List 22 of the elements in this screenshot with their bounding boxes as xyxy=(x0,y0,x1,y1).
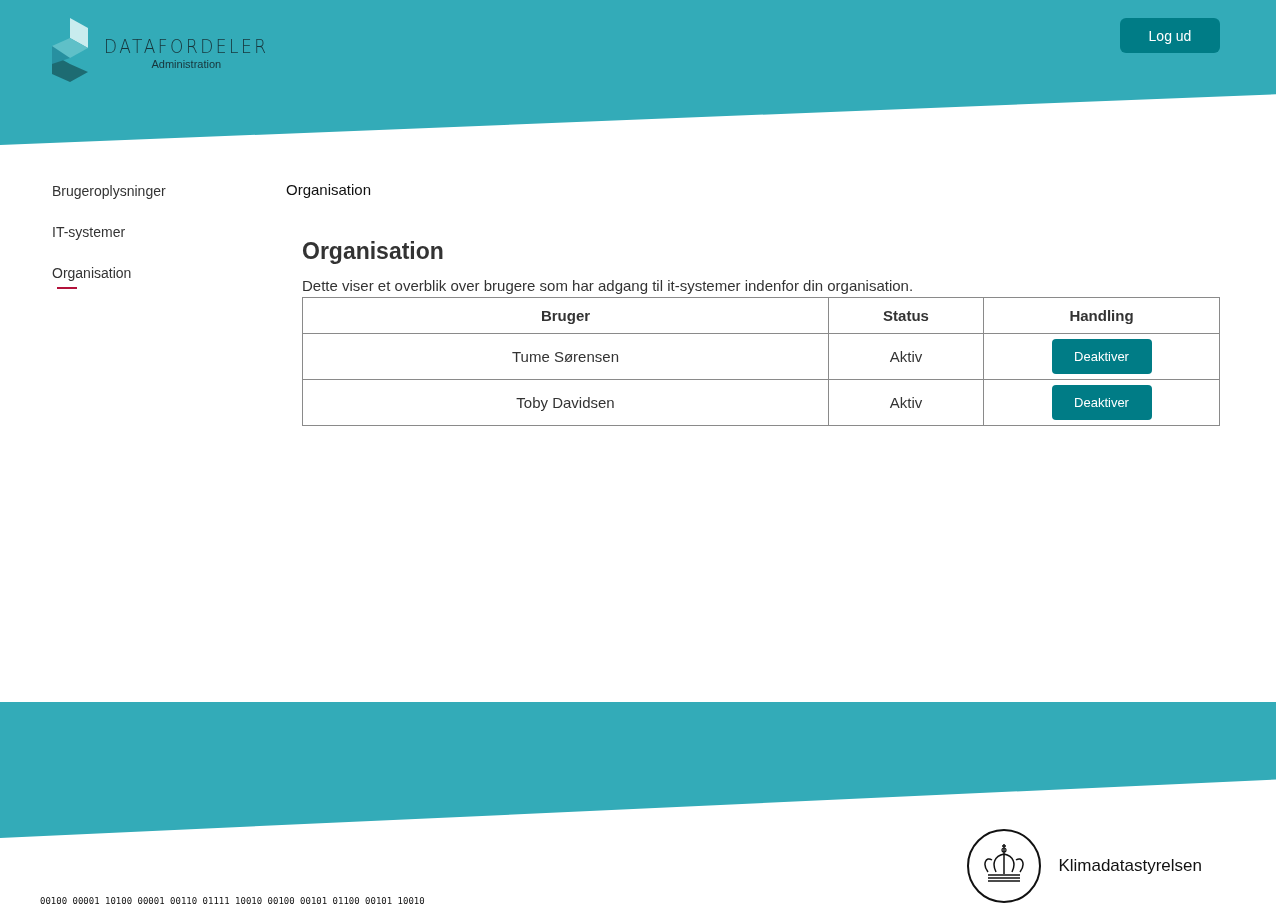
breadcrumb: Organisation xyxy=(286,181,373,198)
sidebar-item[interactable]: Brugeroplysninger xyxy=(52,183,166,207)
logo-title: DATAFORDELER xyxy=(104,34,269,58)
table-cell: Toby Davidsen xyxy=(302,379,829,426)
crown-logo-icon xyxy=(966,828,1043,904)
logo-icon xyxy=(52,18,90,82)
sidebar-item[interactable]: IT-systemer xyxy=(52,224,126,248)
column-header: Handling xyxy=(983,297,1220,334)
logout-button[interactable]: Log ud xyxy=(1120,18,1220,53)
agency-name: Klimadatastyrelsen xyxy=(1058,856,1202,876)
description-text: Dette viser et overblik over brugere som har adgang til it-systemer indenfor din organisation. xyxy=(302,277,915,294)
column-header: Status xyxy=(828,297,984,334)
logo-subtitle: Administration xyxy=(151,58,222,70)
deactivate-button[interactable]: Deaktiver xyxy=(1051,385,1152,420)
table-cell: Tume Sørensen xyxy=(302,333,829,380)
deactivate-button[interactable]: Deaktiver xyxy=(1051,339,1152,374)
sidebar-item[interactable]: Organisation xyxy=(52,265,132,289)
binary-text: 00100 00001 10100 00001 00110 01111 10010 00100 00101 01100 00101 10010 xyxy=(40,896,425,906)
table-cell: Aktiv xyxy=(828,333,984,380)
page-heading: Organisation xyxy=(302,238,445,265)
column-header: Bruger xyxy=(302,297,829,334)
table-cell: Aktiv xyxy=(828,379,984,426)
